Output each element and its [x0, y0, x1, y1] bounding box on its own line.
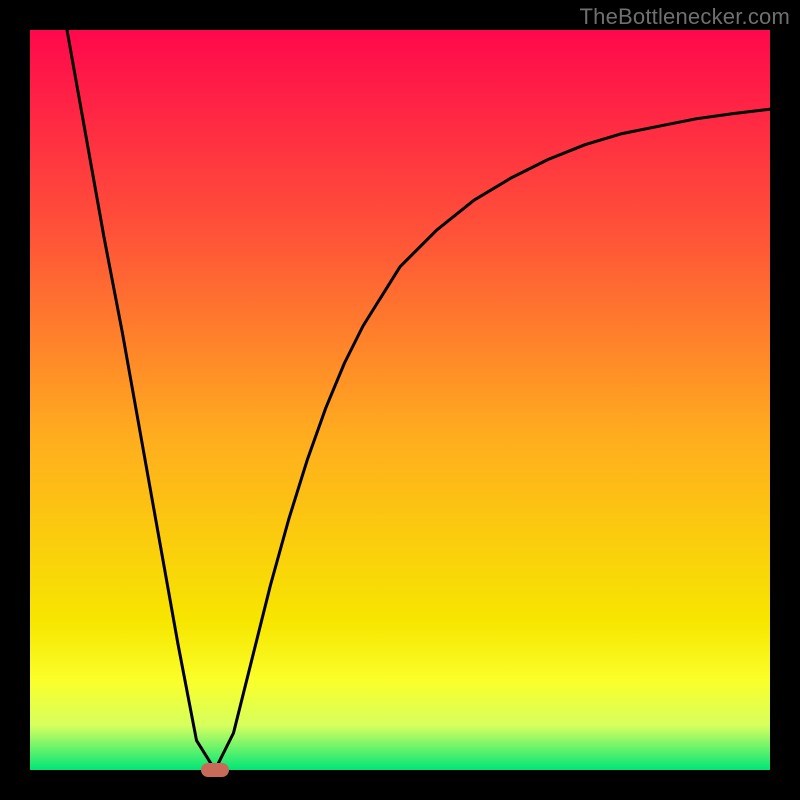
- minimum-marker: [201, 763, 229, 777]
- chart-svg: [30, 30, 770, 770]
- gradient-background: [30, 30, 770, 770]
- plot-area: [30, 30, 770, 770]
- watermark-text: TheBottlenecker.com: [580, 4, 790, 30]
- chart-frame: TheBottlenecker.com: [0, 0, 800, 800]
